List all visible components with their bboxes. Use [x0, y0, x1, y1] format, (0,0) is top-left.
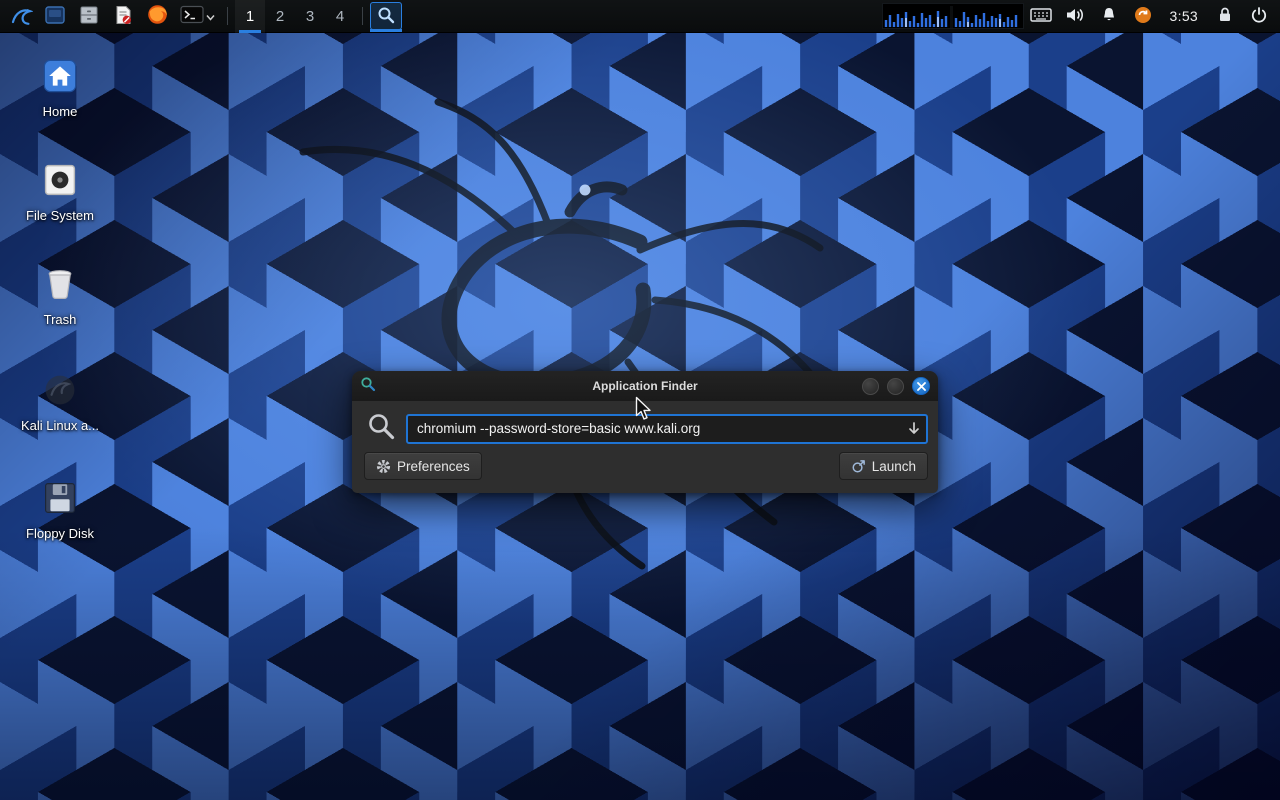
- file-manager-icon: [78, 4, 100, 29]
- text-editor-launcher[interactable]: [106, 0, 140, 33]
- application-finder-icon: [360, 376, 376, 397]
- terminal-icon: [180, 5, 204, 28]
- preferences-button[interactable]: Preferences: [364, 452, 482, 480]
- workspace-label: 3: [306, 8, 314, 25]
- desktop-icon-home[interactable]: Home: [12, 58, 108, 119]
- panel-separator: [362, 7, 363, 25]
- update-icon: [1134, 6, 1152, 27]
- floppy-icon: [42, 480, 78, 516]
- top-panel: 1 2 3 4: [0, 0, 1280, 33]
- minimize-button[interactable]: [862, 378, 879, 395]
- workspace-label: 1: [246, 8, 254, 25]
- trash-icon: [42, 266, 78, 302]
- gear-icon: [376, 459, 391, 474]
- panel-separator: [227, 7, 228, 25]
- drive-icon: [42, 162, 78, 198]
- application-finder-window: Application Finder: [352, 371, 938, 493]
- desktop-icon-label: Floppy Disk: [26, 527, 94, 541]
- desktop-icon-kali-docs[interactable]: Kali Linux a...: [12, 372, 108, 433]
- close-button[interactable]: [912, 377, 930, 395]
- taskbar-application-finder[interactable]: [370, 2, 402, 30]
- search-row: [364, 409, 928, 452]
- maximize-button[interactable]: [887, 378, 904, 395]
- workspace-label: 2: [276, 8, 284, 25]
- firefox-launcher[interactable]: [140, 0, 174, 33]
- bell-icon: [1100, 6, 1118, 27]
- search-icon: [377, 6, 395, 27]
- preferences-label: Preferences: [397, 459, 470, 474]
- arrow-down-icon: [908, 422, 920, 435]
- workspace-button-1[interactable]: 1: [235, 0, 265, 33]
- logout-button[interactable]: [1242, 0, 1276, 33]
- window-title: Application Finder: [352, 379, 938, 393]
- desktop-icon-floppy-disk[interactable]: Floppy Disk: [12, 480, 108, 541]
- desktop-icon-label: Kali Linux a...: [21, 419, 99, 433]
- volume-icon: [1065, 6, 1085, 27]
- firefox-icon: [146, 3, 169, 29]
- applications-menu-button[interactable]: [4, 0, 38, 33]
- keyboard-icon: [1030, 7, 1052, 26]
- show-desktop-icon: [44, 4, 66, 29]
- workspace-label: 4: [336, 8, 344, 25]
- home-icon: [42, 58, 78, 94]
- button-row: Preferences Launch: [364, 452, 928, 480]
- desktop-icon-label: Home: [43, 105, 78, 119]
- keyboard-layout-button[interactable]: [1024, 0, 1058, 33]
- desktop-icon-trash[interactable]: Trash: [12, 266, 108, 327]
- workspace-button-2[interactable]: 2: [265, 0, 295, 33]
- clock[interactable]: 3:53: [1170, 8, 1198, 24]
- screen-lock-button[interactable]: [1208, 0, 1242, 33]
- desktop-icon-label: Trash: [44, 313, 77, 327]
- kali-desktop: 1 2 3 4: [0, 0, 1280, 800]
- launch-icon: [851, 459, 866, 474]
- command-input[interactable]: [406, 414, 928, 444]
- dialog-body: Preferences Launch: [352, 401, 938, 489]
- history-dropdown-button[interactable]: [903, 418, 925, 440]
- text-editor-icon: [112, 4, 134, 29]
- workspace-button-3[interactable]: 3: [295, 0, 325, 33]
- volume-button[interactable]: [1058, 0, 1092, 33]
- desktop-icon-label: File System: [26, 209, 94, 223]
- launch-button[interactable]: Launch: [839, 452, 928, 480]
- power-icon: [1250, 6, 1268, 27]
- lock-icon: [1217, 6, 1233, 26]
- kali-menu-icon: [9, 3, 33, 30]
- notifications-button[interactable]: [1092, 0, 1126, 33]
- audio-visualizer[interactable]: [882, 3, 1024, 29]
- window-buttons: [862, 377, 930, 395]
- titlebar[interactable]: Application Finder: [352, 371, 938, 401]
- terminal-launcher[interactable]: [174, 0, 220, 33]
- launch-label: Launch: [872, 459, 916, 474]
- dashboard-launcher[interactable]: [38, 0, 72, 33]
- workspace-button-4[interactable]: 4: [325, 0, 355, 33]
- updates-button[interactable]: [1126, 0, 1160, 33]
- desktop-icon-file-system[interactable]: File System: [12, 162, 108, 223]
- search-icon: [366, 411, 396, 446]
- chevron-down-icon: [206, 9, 215, 24]
- close-icon: [917, 382, 926, 391]
- kali-docs-icon: [42, 372, 78, 408]
- command-entry: [406, 414, 928, 444]
- file-manager-launcher[interactable]: [72, 0, 106, 33]
